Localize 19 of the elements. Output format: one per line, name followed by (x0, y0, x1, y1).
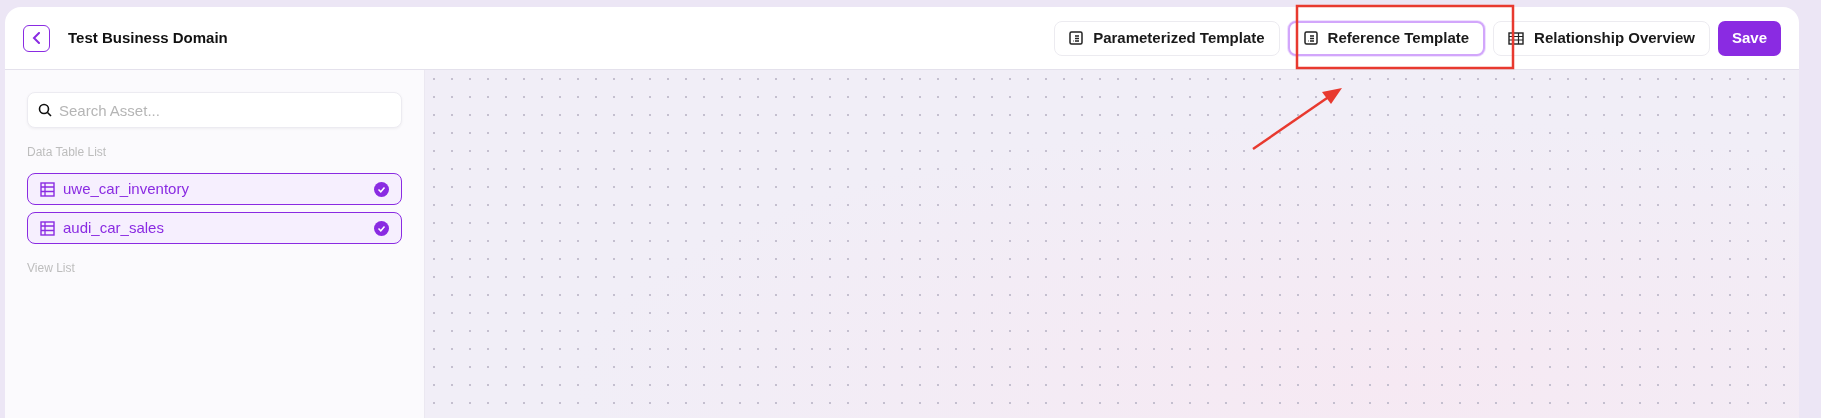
document-icon (1069, 31, 1084, 45)
checked-icon[interactable] (374, 220, 389, 236)
section-heading: Data Table List (27, 144, 108, 161)
document-icon (1303, 31, 1318, 45)
table-list-item[interactable]: uwe_car_inventory (27, 173, 402, 205)
page-title: Test Business Domain (68, 27, 228, 48)
table-list-item[interactable]: audi_car_sales (27, 212, 402, 244)
back-button[interactable] (23, 24, 50, 52)
tab[interactable]: Relationship Overview (1493, 20, 1710, 56)
section-heading: View List (27, 260, 76, 277)
back-icon (31, 32, 42, 44)
tab[interactable]: Reference Template (1287, 20, 1486, 56)
tab[interactable]: Parameterized Template (1054, 20, 1280, 56)
save-button[interactable]: Save (1717, 20, 1781, 56)
table-icon (40, 220, 55, 236)
search-field[interactable]: Search Asset... (27, 92, 402, 128)
table-icon (1508, 31, 1525, 45)
table-icon (40, 181, 55, 197)
checked-icon[interactable] (374, 181, 389, 197)
